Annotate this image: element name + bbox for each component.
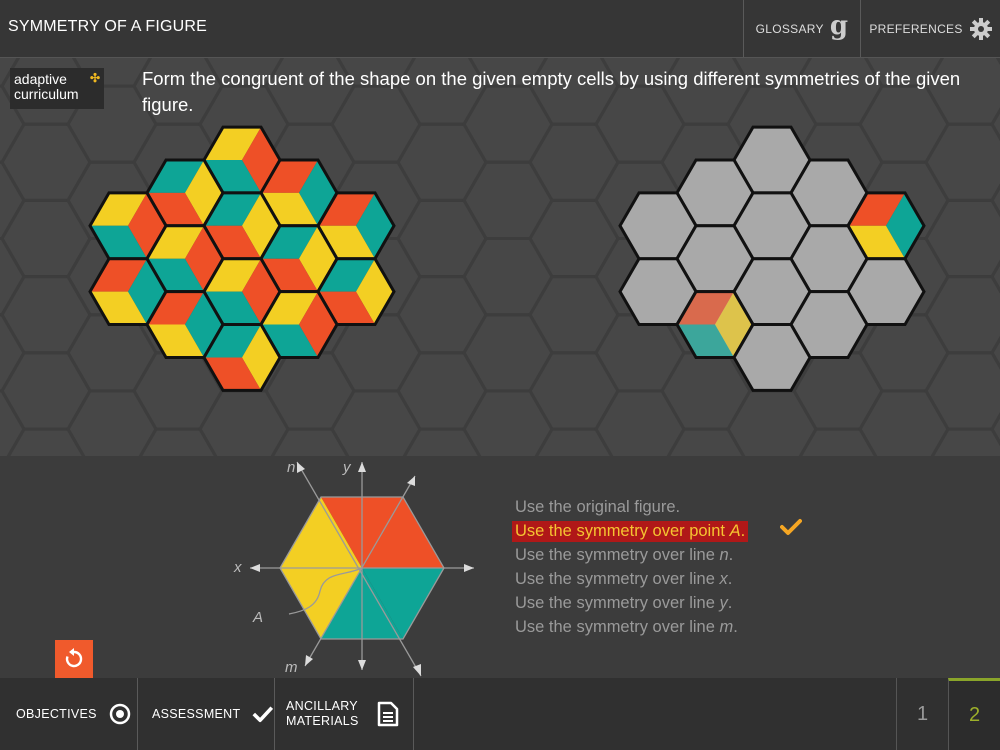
reset-icon — [65, 648, 83, 668]
ancillary-materials-button[interactable]: ANCILLARY MATERIALS — [275, 678, 414, 750]
label-y: y — [342, 459, 352, 476]
options-panel — [0, 456, 1000, 678]
target-icon — [109, 703, 131, 725]
option-4[interactable]: Use the symmetry over line x. — [512, 569, 735, 590]
option-6[interactable]: Use the symmetry over line m. — [512, 617, 741, 638]
reset-button[interactable] — [55, 640, 93, 678]
label-A: A — [252, 609, 263, 626]
document-icon — [377, 701, 398, 727]
option-3[interactable]: Use the symmetry over line n. — [512, 545, 736, 566]
option-1[interactable]: Use the original figure. — [512, 497, 683, 518]
assessment-label: ASSESSMENT — [152, 707, 241, 721]
page-1-button[interactable]: 1 — [896, 678, 948, 750]
checkmark-icon — [252, 706, 274, 723]
label-x: x — [233, 559, 242, 576]
ancillary-label-1: ANCILLARY — [286, 699, 358, 713]
bottom-bar: OBJECTIVES ASSESSMENT ANCILLARY MATERIAL… — [0, 678, 1000, 750]
hex-boards — [88, 125, 926, 392]
label-m: m — [285, 659, 298, 676]
assessment-button[interactable]: ASSESSMENT — [138, 678, 275, 750]
ancillary-label-2: MATERIALS — [286, 714, 359, 728]
objectives-label: OBJECTIVES — [16, 707, 97, 721]
symmetry-diagram: n y x A m — [233, 459, 474, 677]
page-2-button[interactable]: 2 — [948, 678, 1000, 750]
option-2[interactable]: Use the symmetry over point A. — [512, 521, 749, 542]
check-icon — [780, 519, 802, 535]
option-5[interactable]: Use the symmetry over line y. — [512, 593, 735, 614]
label-n: n — [287, 459, 295, 476]
objectives-button[interactable]: OBJECTIVES — [0, 678, 138, 750]
